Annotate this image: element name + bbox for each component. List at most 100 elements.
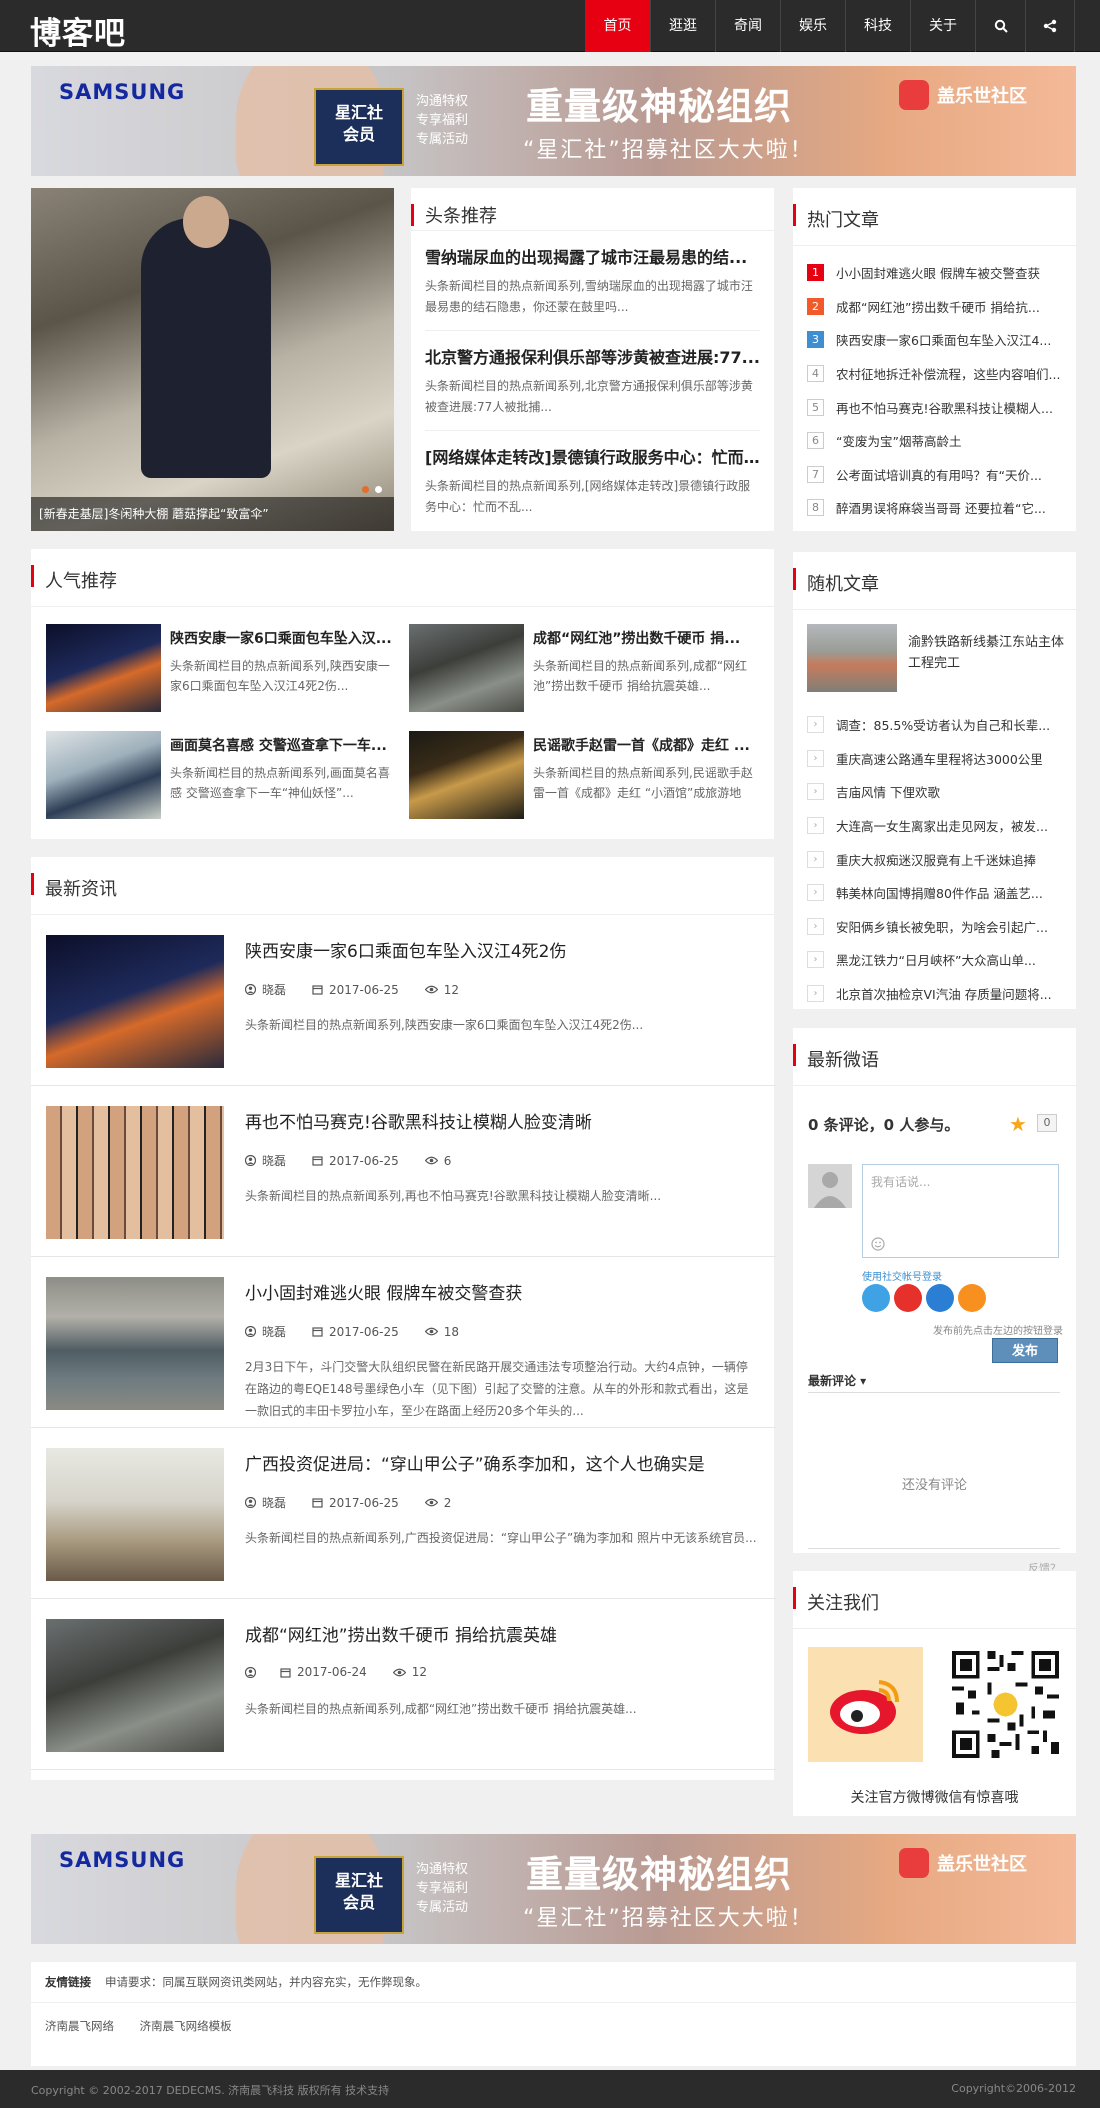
popular-thumb[interactable] (409, 731, 524, 819)
list-item-title[interactable]: 再也不怕马赛克!谷歌黑科技让模糊人... (836, 398, 1053, 417)
renren-icon[interactable] (926, 1284, 954, 1312)
list-item[interactable]: › 韩美林向国博捐赠80件作品 涵盖艺... (807, 876, 1062, 910)
site-logo[interactable]: 博客吧 (30, 8, 126, 53)
list-item[interactable]: › 调查：85.5%受访者认为自己和长辈... (807, 708, 1062, 742)
list-item-title[interactable]: 黑龙江铁力“日月峡杯”大众高山单... (836, 950, 1036, 969)
random-featured-thumb[interactable] (807, 624, 897, 692)
kaixin-icon[interactable] (958, 1284, 986, 1312)
news-item[interactable]: 再也不怕马赛克!谷歌黑科技让模糊人脸变清晰 晓磊 2017-06-25 6 头条… (31, 1086, 776, 1257)
list-item[interactable]: › 吉庙风情 下俚欢歌 (807, 775, 1062, 809)
random-featured[interactable]: 渝黔铁路新线綦江东站主体工程完工 (807, 624, 1064, 708)
popular-card[interactable]: 成都“网红池”捞出数千硬币 捐... 头条新闻栏目的热点新闻系列,成都“网红池”… (409, 624, 754, 712)
popular-card[interactable]: 画面莫名喜感 交警巡查拿下一车... 头条新闻栏目的热点新闻系列,画面莫名喜感 … (46, 731, 391, 819)
emoji-icon[interactable] (871, 1237, 885, 1251)
popular-card-title[interactable]: 民谣歌手赵雷一首《成都》走红 ... (533, 735, 758, 755)
avatar (808, 1164, 852, 1208)
list-item-title[interactable]: 大连高一女生离家出走见网友，被发... (836, 816, 1048, 835)
nav-item-browse[interactable]: 逛逛 (650, 0, 715, 52)
news-title[interactable]: 陕西安康一家6口乘面包车坠入汉江4死2伤 (245, 937, 566, 962)
slider-dot[interactable] (375, 486, 382, 493)
list-item-title[interactable]: 成都“网红池”捞出数千硬币 捐给抗... (836, 297, 1040, 316)
featured-slider[interactable]: [新春走基层]冬闲种大棚 蘑菇撑起“致富伞” (31, 188, 394, 531)
popular-card-title[interactable]: 画面莫名喜感 交警巡查拿下一车... (170, 735, 395, 755)
random-panel-title: 随机文章 (793, 552, 1076, 610)
news-title[interactable]: 广西投资促进局：“穿山甲公子”确系李加和，这个人也确实是 (245, 1450, 705, 1475)
news-thumb[interactable] (46, 1277, 224, 1410)
list-item-title[interactable]: “变废为宝”烟蒂高龄土 (836, 431, 961, 450)
weibo-logo-icon[interactable] (808, 1647, 923, 1762)
list-item-title[interactable]: 公考面试培训真的有用吗？有“天价... (836, 465, 1042, 484)
news-title[interactable]: 再也不怕马赛克!谷歌黑科技让模糊人脸变清晰 (245, 1108, 592, 1133)
popular-thumb[interactable] (46, 731, 161, 819)
publish-button[interactable]: 发布 (992, 1338, 1058, 1363)
popular-card-title[interactable]: 陕西安康一家6口乘面包车坠入汉... (170, 628, 395, 648)
popular-card[interactable]: 陕西安康一家6口乘面包车坠入汉... 头条新闻栏目的热点新闻系列,陕西安康一家6… (46, 624, 392, 712)
popular-thumb[interactable] (46, 624, 161, 712)
popular-card[interactable]: 民谣歌手赵雷一首《成都》走红 ... 头条新闻栏目的热点新闻系列,民谣歌手赵雷一… (409, 731, 754, 819)
news-thumb[interactable] (46, 1619, 224, 1752)
search-button[interactable] (975, 0, 1025, 52)
list-item-title[interactable]: 重庆大叔痴迷汉服竟有上千迷妹追捧 (836, 850, 1036, 869)
list-item[interactable]: › 北京首次抽检京VI汽油 存质量问题将... (807, 977, 1062, 1011)
star-icon[interactable]: ★ (1009, 1112, 1027, 1136)
bottom-ad-banner[interactable]: SAMSUNG 星汇社 会员 沟通特权 专享福利 专属活动 重量级神秘组织 “星… (31, 1834, 1076, 1944)
list-item[interactable]: 6 “变废为宝”烟蒂高龄土 (807, 424, 1062, 458)
list-item[interactable]: 4 农村征地拆迁补偿流程，这些内容咱们... (807, 357, 1062, 391)
slider-caption[interactable]: [新春走基层]冬闲种大棚 蘑菇撑起“致富伞” (31, 497, 394, 531)
news-item[interactable]: 陕西安康一家6口乘面包车坠入汉江4死2伤 晓磊 2017-06-25 12 头条… (31, 915, 776, 1086)
list-item-title[interactable]: 小小固封难逃火眼 假牌车被交警查获 (836, 263, 1040, 282)
news-author-name: 晓磊 (262, 1154, 287, 1168)
nav-item-entertainment[interactable]: 娱乐 (780, 0, 845, 52)
weibo-icon[interactable] (894, 1284, 922, 1312)
news-thumb[interactable] (46, 935, 224, 1068)
friend-link[interactable]: 济南晨飞网络 (45, 2019, 114, 2033)
headline-entry-title[interactable]: [网络媒体走转改]景德镇行政服务中心：忙而... (425, 444, 760, 468)
list-item[interactable]: › 大连高一女生离家出走见网友，被发... (807, 809, 1062, 843)
news-thumb[interactable] (46, 1448, 224, 1581)
news-title[interactable]: 成都“网红池”捞出数千硬币 捐给抗震英雄 (245, 1621, 557, 1646)
list-item[interactable]: 3 陕西安康一家6口乘面包车坠入汉江4... (807, 323, 1062, 357)
list-item[interactable]: 1 小小固封难逃火眼 假牌车被交警查获 (807, 256, 1062, 290)
news-thumb[interactable] (46, 1106, 224, 1239)
list-item-title[interactable]: 调查：85.5%受访者认为自己和长辈... (836, 715, 1050, 734)
news-title[interactable]: 小小固封难逃火眼 假牌车被交警查获 (245, 1279, 522, 1304)
list-item-title[interactable]: 吉庙风情 下俚欢歌 (836, 782, 940, 801)
comment-textarea[interactable]: 我有话说... (862, 1164, 1059, 1258)
qq-icon[interactable] (862, 1284, 890, 1312)
list-item-title[interactable]: 重庆高速公路通车里程将达3000公里 (836, 749, 1043, 768)
headline-entry-title[interactable]: 北京警方通报保利俱乐部等涉黄被查进展:77... (425, 344, 760, 368)
nav-item-tech[interactable]: 科技 (845, 0, 910, 52)
list-item-title[interactable]: 醉酒男误将麻袋当哥哥 还要拉着“它... (836, 498, 1046, 517)
list-item[interactable]: › 重庆大叔痴迷汉服竟有上千迷妹追捧 (807, 842, 1062, 876)
latest-comments-toggle[interactable]: 最新评论 ▾ (808, 1372, 866, 1389)
share-button[interactable] (1025, 0, 1075, 52)
news-item[interactable]: 小小固封难逃火眼 假牌车被交警查获 晓磊 2017-06-25 18 2月3日下… (31, 1257, 776, 1428)
slider-dot[interactable] (362, 486, 369, 493)
list-item-title[interactable]: 北京首次抽检京VI汽油 存质量问题将... (836, 984, 1052, 1003)
friend-link[interactable]: 济南晨飞网络模板 (140, 2019, 232, 2033)
list-item-title[interactable]: 韩美林向国博捐赠80件作品 涵盖艺... (836, 883, 1043, 902)
list-item[interactable]: 7 公考面试培训真的有用吗？有“天价... (807, 458, 1062, 492)
list-item-title[interactable]: 陕西安康一家6口乘面包车坠入汉江4... (836, 330, 1051, 349)
list-item-title[interactable]: 安阳俩乡镇长被免职，为啥会引起广... (836, 917, 1048, 936)
news-item[interactable]: 成都“网红池”捞出数千硬币 捐给抗震英雄 2017-06-24 12 头条新闻栏… (31, 1599, 776, 1770)
list-item[interactable]: › 黑龙江铁力“日月峡杯”大众高山单... (807, 943, 1062, 977)
list-item-title[interactable]: 农村征地拆迁补偿流程，这些内容咱们... (836, 364, 1060, 383)
nav-item-home[interactable]: 首页 (585, 0, 650, 52)
nav-item-about[interactable]: 关于 (910, 0, 975, 52)
headline-entry[interactable]: 北京警方通报保利俱乐部等涉黄被查进展:77... 头条新闻栏目的热点新闻系列,北… (425, 331, 760, 431)
random-featured-title[interactable]: 渝黔铁路新线綦江东站主体工程完工 (908, 632, 1064, 674)
news-item[interactable]: 广西投资促进局：“穿山甲公子”确系李加和，这个人也确实是 晓磊 2017-06-… (31, 1428, 776, 1599)
popular-card-title[interactable]: 成都“网红池”捞出数千硬币 捐... (533, 628, 758, 648)
nav-item-oddities[interactable]: 奇闻 (715, 0, 780, 52)
headline-entry[interactable]: 雪纳瑞尿血的出现揭露了城市汪最易患的结... 头条新闻栏目的热点新闻系列,雪纳瑞… (425, 231, 760, 331)
list-item[interactable]: › 安阳俩乡镇长被免职，为啥会引起广... (807, 910, 1062, 944)
headline-entry-title[interactable]: 雪纳瑞尿血的出现揭露了城市汪最易患的结... (425, 244, 760, 268)
list-item[interactable]: 8 醉酒男误将麻袋当哥哥 还要拉着“它... (807, 491, 1062, 525)
top-ad-banner[interactable]: SAMSUNG 星汇社 会员 沟通特权 专享福利 专属活动 重量级神秘组织 “星… (31, 66, 1076, 176)
headline-entry[interactable]: [网络媒体走转改]景德镇行政服务中心：忙而... 头条新闻栏目的热点新闻系列,[… (425, 431, 760, 530)
list-item[interactable]: 2 成都“网红池”捞出数千硬币 捐给抗... (807, 290, 1062, 324)
list-item[interactable]: › 重庆高速公路通车里程将达3000公里 (807, 742, 1062, 776)
popular-thumb[interactable] (409, 624, 524, 712)
list-item[interactable]: 5 再也不怕马赛克!谷歌黑科技让模糊人... (807, 390, 1062, 424)
